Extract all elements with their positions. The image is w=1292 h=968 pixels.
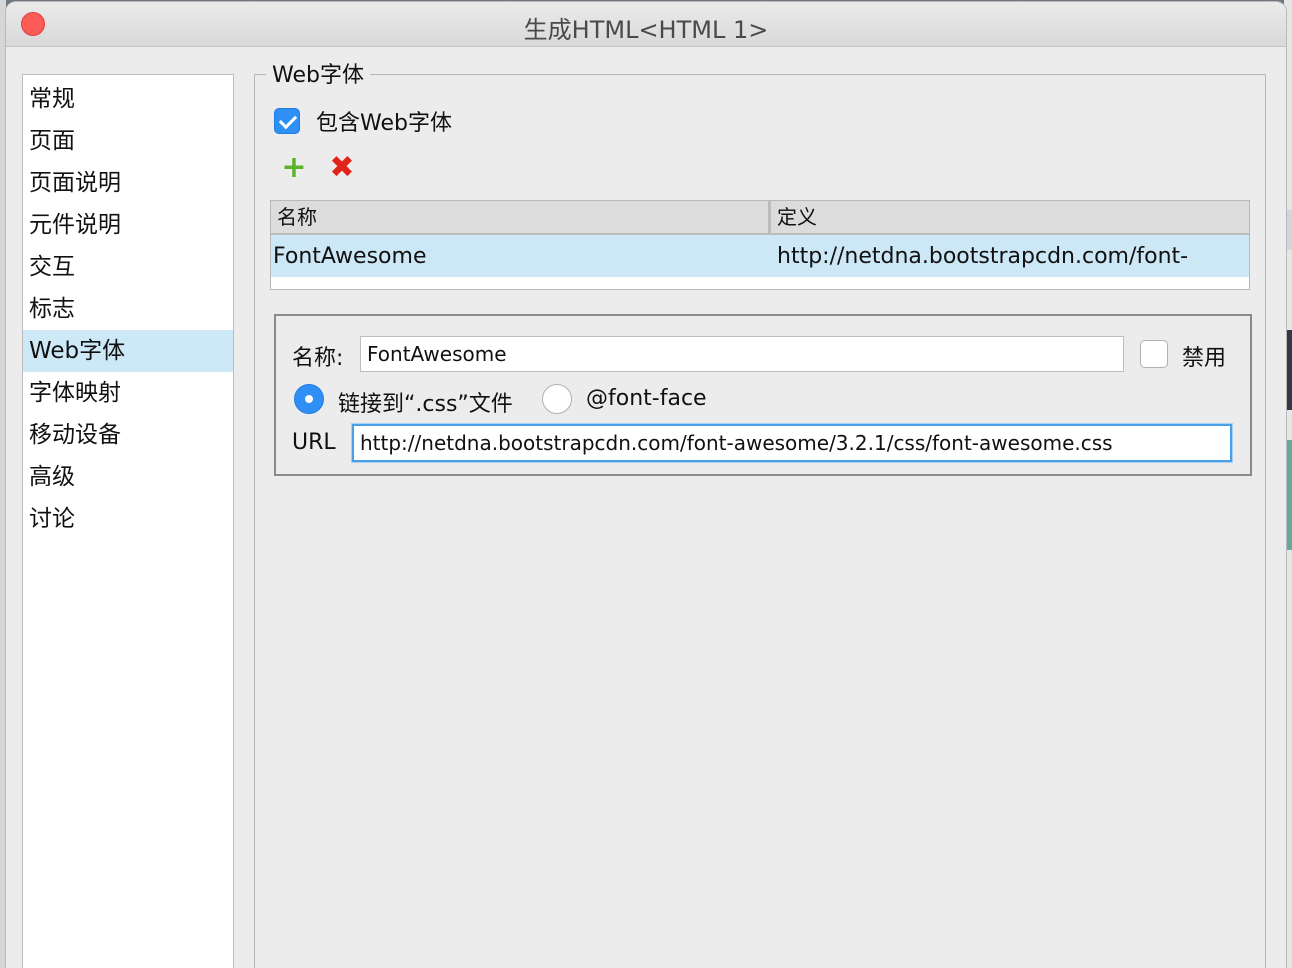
include-web-fonts-label: 包含Web字体: [316, 111, 452, 136]
x-icon[interactable]: ✖: [328, 153, 356, 183]
font-detail-box: 名称: FontAwesome 禁用 链接到“.css”文件 @font-fac…: [274, 314, 1252, 476]
link-css-radio[interactable]: [294, 384, 324, 414]
table-header: 名称 定义: [271, 201, 1249, 235]
title-bar: 生成HTML<HTML 1>: [6, 2, 1286, 47]
sidebar-item-font-mapping[interactable]: 字体映射: [23, 372, 233, 414]
sidebar-item-pages[interactable]: 页面: [23, 120, 233, 162]
table-row[interactable]: FontAwesome http://netdna.bootstrapcdn.c…: [271, 235, 1249, 277]
web-fonts-table: 名称 定义 FontAwesome http://netdna.bootstra…: [270, 200, 1250, 290]
link-css-label: 链接到“.css”文件: [338, 392, 513, 417]
sidebar-item-advanced[interactable]: 高级: [23, 456, 233, 498]
window-title: 生成HTML<HTML 1>: [523, 16, 769, 44]
row-font-definition: http://netdna.bootstrapcdn.com/font-: [777, 243, 1189, 269]
include-web-fonts-row[interactable]: 包含Web字体: [274, 106, 452, 136]
name-label: 名称:: [292, 346, 344, 371]
sidebar-item-widget-notes[interactable]: 元件说明: [23, 204, 233, 246]
sidebar-item-logo[interactable]: 标志: [23, 288, 233, 330]
settings-sidebar: 常规 页面 页面说明 元件说明 交互 标志 Web字体 字体映射 移动设备 高级…: [22, 74, 234, 968]
sidebar-item-interactions[interactable]: 交互: [23, 246, 233, 288]
include-web-fonts-checkbox[interactable]: [274, 108, 300, 134]
group-title: Web字体: [266, 62, 370, 90]
sidebar-item-mobile[interactable]: 移动设备: [23, 414, 233, 456]
html-generator-dialog: 生成HTML<HTML 1> 常规 页面 页面说明 元件说明 交互 标志 Web…: [6, 2, 1286, 968]
plus-icon[interactable]: +: [280, 153, 308, 183]
url-input[interactable]: http://netdna.bootstrapcdn.com/font-awes…: [352, 424, 1232, 462]
font-name-input[interactable]: FontAwesome: [360, 336, 1124, 372]
sidebar-item-general[interactable]: 常规: [23, 78, 233, 120]
font-face-radio[interactable]: [542, 384, 572, 414]
column-header-definition[interactable]: 定义: [771, 201, 817, 233]
url-label: URL: [292, 430, 336, 455]
column-header-name[interactable]: 名称: [271, 201, 771, 233]
font-face-label: @font-face: [586, 386, 707, 411]
sidebar-item-discussion[interactable]: 讨论: [23, 498, 233, 540]
disable-checkbox[interactable]: [1140, 340, 1168, 368]
row-font-name: FontAwesome: [273, 243, 427, 269]
disable-label: 禁用: [1182, 346, 1227, 371]
sidebar-item-web-fonts[interactable]: Web字体: [23, 330, 233, 372]
sidebar-item-page-notes[interactable]: 页面说明: [23, 162, 233, 204]
